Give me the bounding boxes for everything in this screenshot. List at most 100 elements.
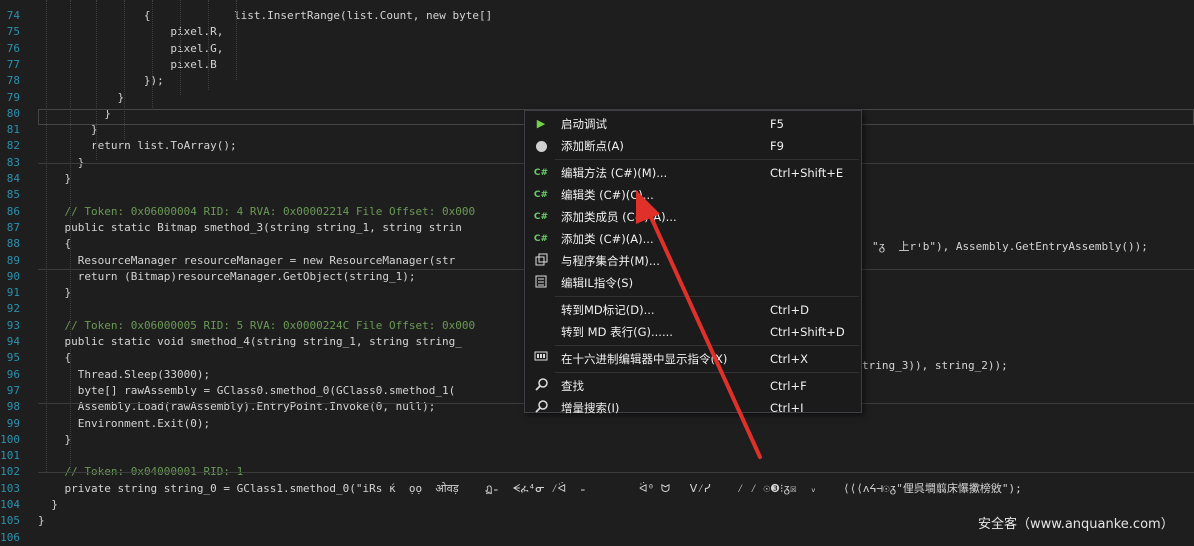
- code-text: Environment.Exit(0);: [77, 416, 211, 430]
- menu-item[interactable]: 转到 MD 表行(G)...... Ctrl+Shift+D: [525, 321, 861, 343]
- code-text: });: [143, 74, 164, 88]
- line-number: 78: [6, 74, 20, 88]
- line-number: 75: [6, 25, 20, 39]
- code-text: }: [51, 498, 58, 511]
- line-number: 82: [6, 139, 20, 153]
- context-menu[interactable]: ▶ 启动调试 F5 添加断点(A) F9 C# 编辑方法 (C#)(M)... Ctrl+Sh…: [524, 110, 862, 415]
- code-line: 100}: [0, 432, 1194, 448]
- indent-guide: [96, 0, 97, 160]
- line-number: 86: [6, 204, 20, 218]
- menu-separator: [555, 159, 859, 160]
- code-text: }: [38, 514, 45, 528]
- menu-item-label: 编辑方法 (C#)(M)...: [561, 166, 668, 180]
- menu-item[interactable]: 查找 Ctrl+F: [525, 375, 861, 397]
- search-icon: [533, 378, 549, 394]
- code-text: pixel.R,: [170, 25, 224, 39]
- menu-item[interactable]: 与程序集合并(M)...: [525, 250, 861, 272]
- code-fragment: "ᵹ 上rיb"), Assembly.GetEntryAssembly());: [872, 240, 1148, 253]
- menu-item[interactable]: 添加断点(A) F9: [525, 135, 861, 157]
- line-number: 92: [6, 302, 20, 316]
- member-separator: [38, 472, 1194, 473]
- indent-guide: [124, 0, 125, 140]
- line-number: 79: [6, 90, 20, 104]
- line-number: 104: [0, 498, 20, 511]
- line-number: 106: [0, 530, 20, 544]
- menu-item-shortcut: F5: [770, 117, 784, 131]
- code-text: return (Bitmap)resourceManager.GetObject…: [77, 269, 416, 283]
- csharp-icon: C#: [533, 234, 549, 244]
- code-text: pixel.G,: [170, 41, 224, 55]
- line-number: 102: [0, 465, 20, 479]
- menu-item[interactable]: 在十六进制编辑器中显示指令(X) Ctrl+X: [525, 348, 861, 370]
- line-number: 81: [6, 123, 20, 137]
- menu-item[interactable]: 编辑IL指令(S): [525, 272, 861, 294]
- menu-item-label: 查找: [561, 379, 584, 393]
- indent-guide: [70, 0, 71, 472]
- il-icon: [533, 275, 549, 291]
- line-number: 93: [6, 318, 20, 332]
- menu-item-shortcut: Ctrl+F: [770, 379, 807, 393]
- watermark: 安全客（www.anquanke.com）: [978, 517, 1174, 532]
- code-text: pixel.B: [170, 57, 217, 71]
- line-number: 101: [0, 449, 20, 463]
- menu-item-label: 编辑类 (C#)(C)...: [561, 188, 654, 202]
- menu-item-label: 添加断点(A): [561, 139, 624, 153]
- menu-separator: [555, 296, 859, 297]
- menu-item-shortcut: Ctrl+X: [770, 352, 808, 366]
- line-number: 105: [0, 514, 20, 528]
- code-fragment: tring_3)), string_2));: [862, 359, 1008, 372]
- line-number: 91: [6, 286, 20, 300]
- line-number: 84: [6, 172, 20, 185]
- code-text: Assembly.Load(rawAssembly).EntryPoint.In…: [77, 400, 436, 414]
- line-number: 85: [6, 188, 20, 202]
- line-number: 77: [6, 57, 20, 71]
- line-number: 83: [6, 155, 20, 169]
- code-text: // Token: 0x06000004 RID: 4 RVA: 0x00002…: [64, 204, 476, 218]
- menu-item-label: 编辑IL指令(S): [561, 276, 634, 290]
- play-icon: ▶: [536, 117, 546, 130]
- search-icon: [533, 400, 549, 416]
- menu-item[interactable]: C# 添加类 (C#)(A)...: [525, 228, 861, 250]
- menu-item-shortcut: Ctrl+Shift+E: [770, 166, 844, 180]
- menu-item-label: 启动调试: [561, 117, 607, 131]
- csharp-icon: C#: [533, 212, 549, 222]
- code-line: 104}: [0, 497, 1194, 513]
- code-line: 101: [0, 448, 1194, 464]
- blank-icon: [533, 302, 549, 318]
- line-number: 76: [6, 41, 20, 55]
- menu-item-label: 转到 MD 表行(G)......: [561, 325, 673, 339]
- code-line: 103 private string string_0 = GClass1.sme…: [0, 481, 1194, 497]
- menu-item-label: 增量搜索(I): [561, 401, 620, 415]
- menu-item-shortcut: F9: [770, 139, 784, 153]
- menu-item[interactable]: 转到MD标记(D)... Ctrl+D: [525, 299, 861, 321]
- indent-guide: [46, 0, 47, 472]
- code-text: Thread.Sleep(33000);: [77, 367, 211, 381]
- menu-separator: [555, 372, 859, 373]
- menu-item[interactable]: C# 编辑类 (C#)(C)...: [525, 184, 861, 206]
- line-number: 100: [0, 432, 20, 446]
- menu-item-label: 在十六进制编辑器中显示指令(X): [561, 352, 728, 366]
- menu-item-label: 转到MD标记(D)...: [561, 303, 655, 317]
- line-number: 103: [0, 481, 20, 495]
- indent-guide: [208, 0, 209, 90]
- line-number: 99: [6, 416, 20, 430]
- code-text: ResourceManager resourceManager = new Re…: [77, 253, 456, 267]
- line-number: 98: [6, 400, 20, 414]
- menu-item-shortcut: Ctrl+Shift+D: [770, 325, 845, 339]
- code-text: return list.ToArray();: [90, 139, 237, 153]
- indent-guide: [236, 0, 237, 80]
- menu-item[interactable]: ▶ 启动调试 F5: [525, 113, 861, 135]
- line-number: 74: [6, 9, 20, 22]
- indent-guide: [180, 0, 181, 95]
- menu-item[interactable]: C# 添加类成员 (C#)(A)...: [525, 206, 861, 228]
- indent-guide: [152, 0, 153, 110]
- csharp-icon: C#: [533, 190, 549, 200]
- blank-icon: [533, 324, 549, 340]
- menu-item[interactable]: 增量搜索(I) Ctrl+I: [525, 397, 861, 419]
- code-text: // Token: 0x06000005 RID: 5 RVA: 0x00002…: [64, 318, 476, 332]
- menu-item[interactable]: C# 编辑方法 (C#)(M)... Ctrl+Shift+E: [525, 162, 861, 184]
- merge-icon: [533, 253, 549, 269]
- menu-item-shortcut: Ctrl+I: [770, 401, 804, 415]
- menu-item-label: 添加类 (C#)(A)...: [561, 232, 654, 246]
- line-number: 90: [6, 269, 20, 283]
